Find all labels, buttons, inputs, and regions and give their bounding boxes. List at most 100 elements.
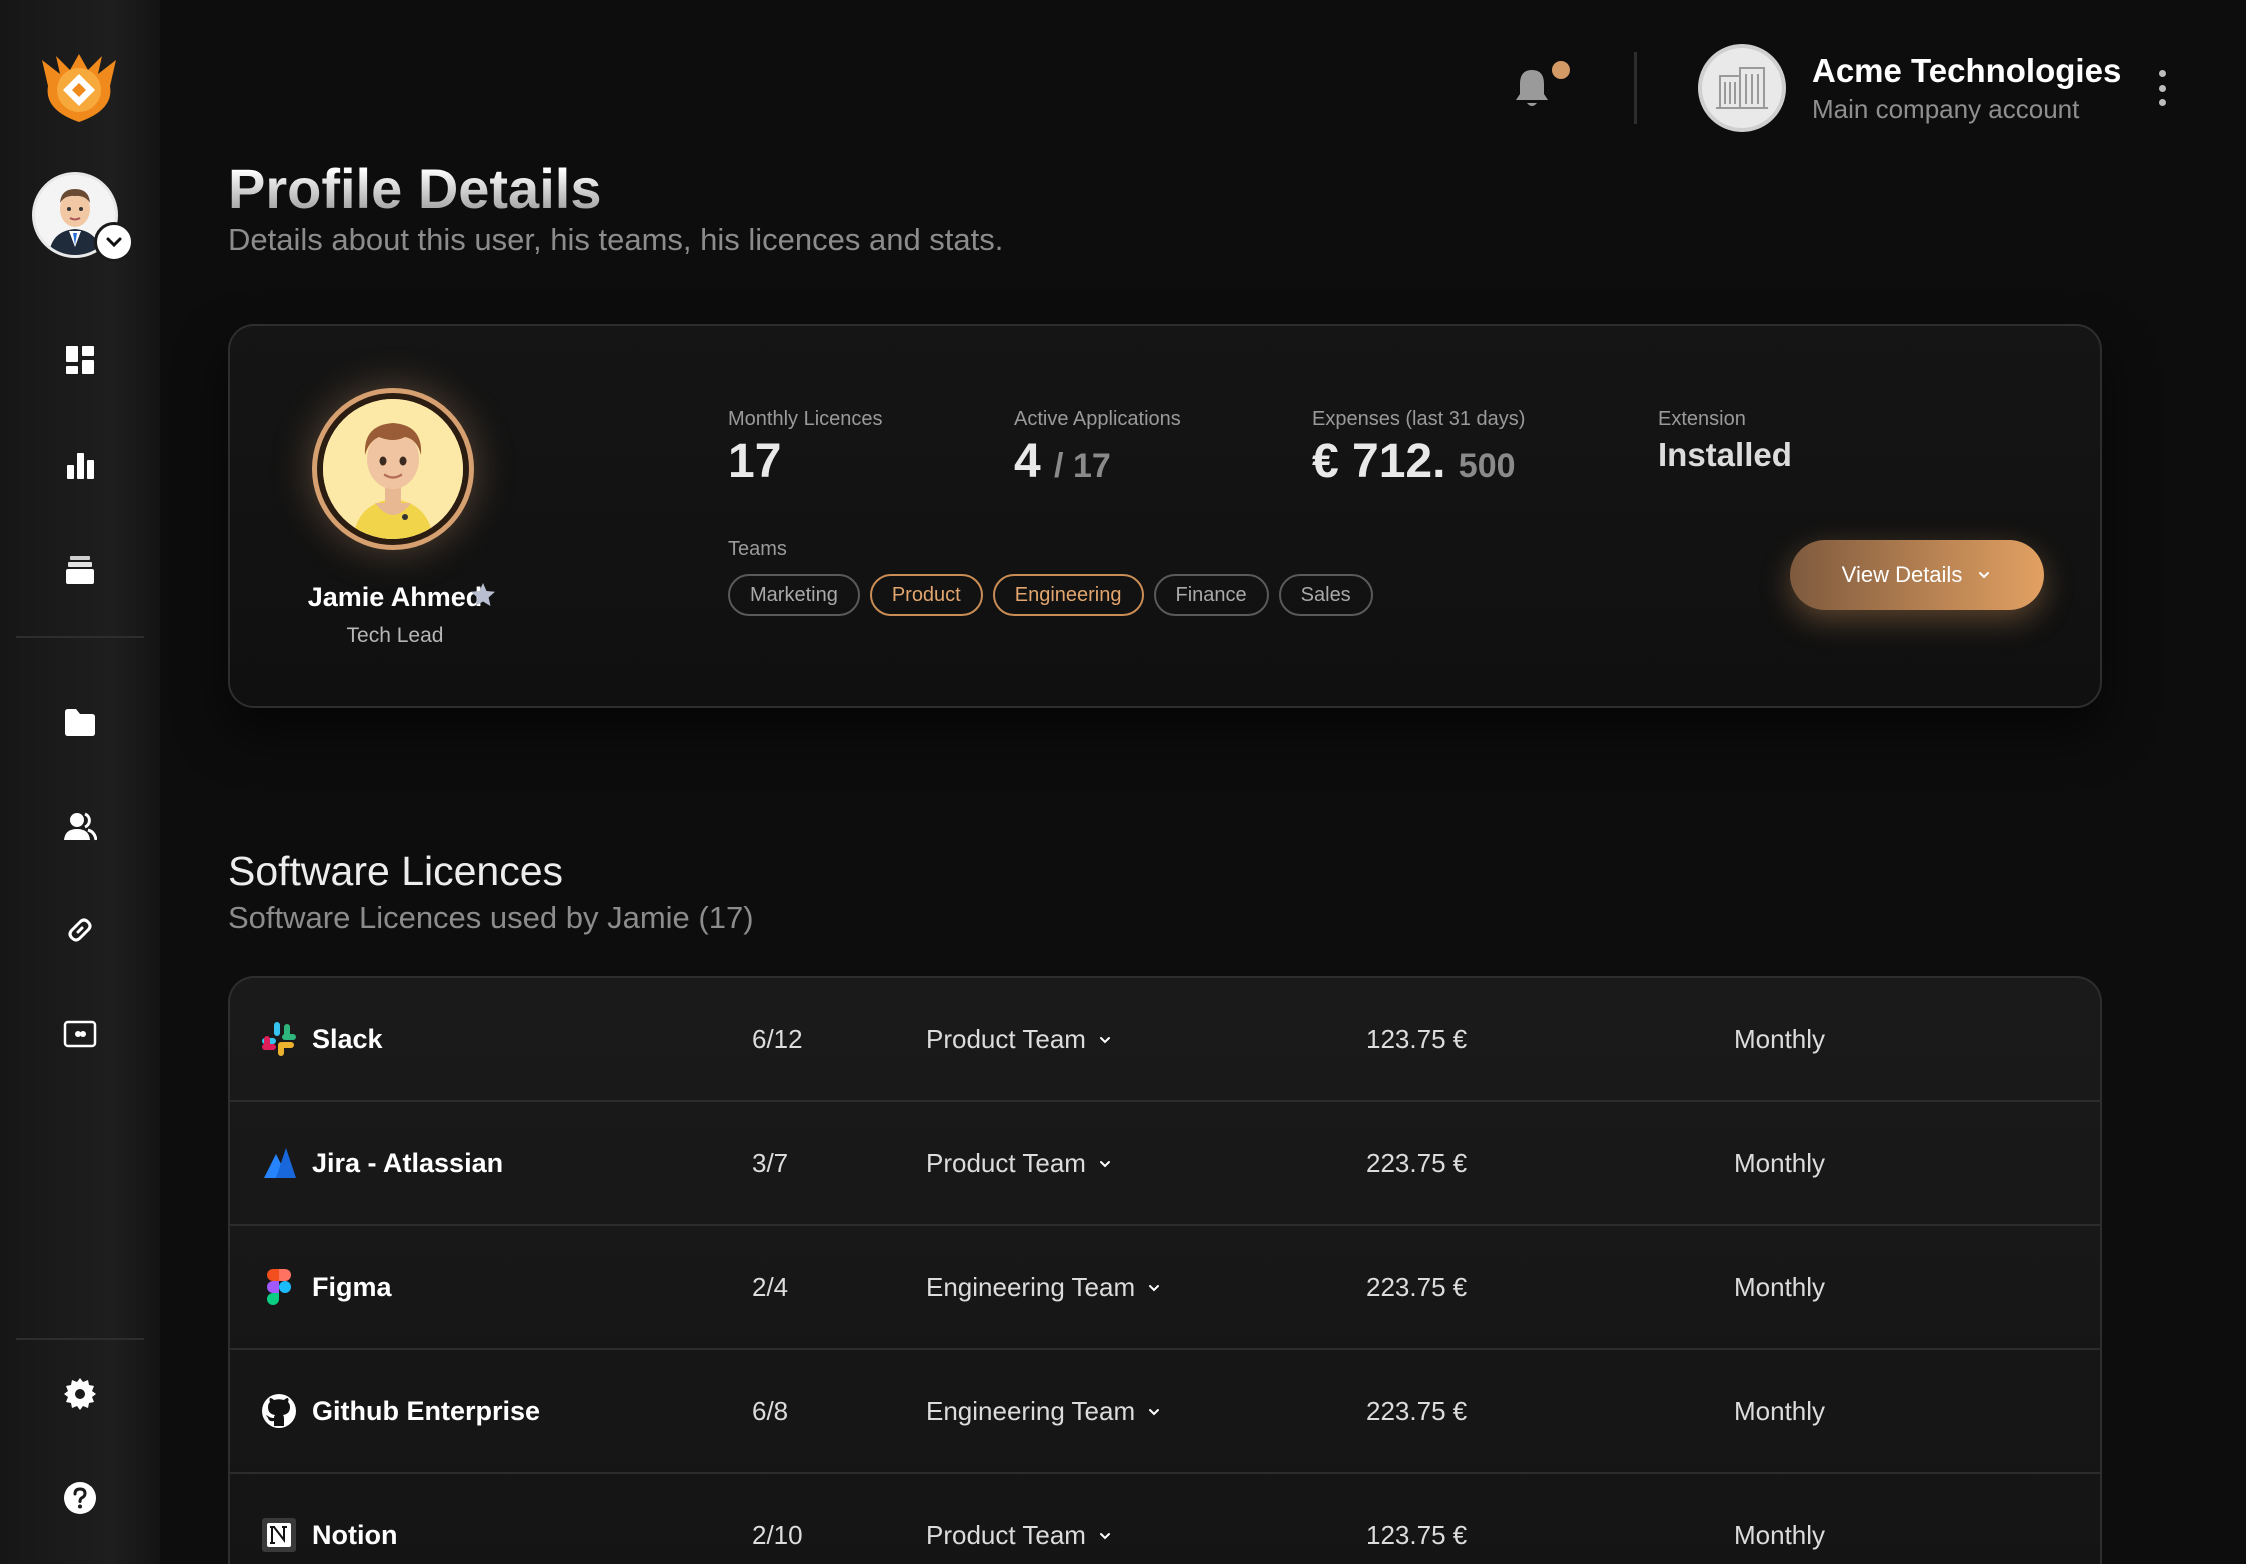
sidebar-divider — [16, 636, 144, 638]
kebab-dot-icon — [2158, 99, 2166, 106]
licence-name: Figma — [312, 1272, 392, 1302]
chevron-down-icon — [1099, 1532, 1110, 1539]
active-apps-count: 4 — [1014, 435, 1041, 488]
chevron-down-icon — [1149, 1284, 1160, 1291]
table-row[interactable]: Github Enterprise 6/8 Engineering Team 2… — [230, 1350, 2100, 1474]
profile-avatar[interactable] — [323, 399, 463, 539]
expenses-decimals: 500 — [1458, 447, 1516, 485]
licence-price: 223.75 € — [1366, 1396, 1468, 1426]
view-details-label: View Details — [1841, 562, 1963, 587]
notion-icon — [260, 1516, 298, 1554]
link-icon — [68, 918, 92, 942]
bell-icon — [1516, 70, 1548, 106]
licence-team-select[interactable]: Product Team — [926, 1024, 1112, 1055]
profile-name: Jamie Ahmed — [307, 582, 483, 612]
team-chip-marketing[interactable]: Marketing — [728, 574, 860, 616]
table-row[interactable]: Figma 2/4 Engineering Team 223.75 € Mont… — [230, 1226, 2100, 1350]
company-name: Acme Technologies — [1812, 52, 2122, 89]
team-chip-finance[interactable]: Finance — [1153, 574, 1269, 616]
more-options-button[interactable] — [2152, 70, 2172, 106]
table-row[interactable]: Slack 6/12 Product Team 123.75 € Monthly — [230, 978, 2100, 1102]
licence-team-label: Engineering Team — [926, 1396, 1136, 1426]
profile-role: Tech Lead — [346, 624, 444, 647]
profile-card: Jamie Ahmed Tech Lead Monthly Licences 1… — [228, 324, 2102, 708]
company-subtitle: Main company account — [1812, 94, 2080, 124]
chevron-down-icon — [1149, 1408, 1160, 1415]
monthly-licences-label: Monthly Licences — [728, 408, 883, 430]
licence-team-select[interactable]: Engineering Team — [926, 1272, 1161, 1303]
licence-name: Notion — [312, 1520, 398, 1550]
expenses-value: € 712. 500 — [1312, 434, 1516, 489]
nav-settings[interactable] — [58, 1372, 102, 1416]
nav-stack[interactable] — [58, 548, 102, 592]
building-icon — [1716, 67, 1768, 109]
profile-avatar-ring — [312, 388, 474, 550]
kebab-dot-icon — [2158, 70, 2166, 77]
dashboard-icon — [66, 346, 94, 374]
licence-seats: 2/4 — [752, 1272, 789, 1302]
table-row[interactable]: Notion 2/10 Product Team 123.75 € Monthl… — [230, 1474, 2100, 1564]
licence-price: 123.75 € — [1366, 1520, 1468, 1550]
extension-value: Installed — [1658, 436, 1792, 473]
licence-team-label: Product Team — [926, 1148, 1086, 1178]
licence-price: 223.75 € — [1366, 1148, 1468, 1178]
extension-label: Extension — [1658, 408, 1746, 430]
bar-chart-icon — [67, 453, 94, 479]
team-chips: Marketing Product Engineering Finance Sa… — [728, 574, 1373, 616]
help-icon — [64, 1482, 96, 1514]
licences-section-subtitle: Software Licences used by Jamie (17) — [228, 900, 754, 935]
licence-name: Github Enterprise — [312, 1396, 541, 1426]
company-avatar[interactable] — [1698, 44, 1786, 132]
star-icon[interactable] — [470, 582, 496, 608]
licence-team-select[interactable]: Engineering Team — [926, 1396, 1161, 1427]
licence-name: Jira - Atlassian — [312, 1148, 504, 1178]
chevron-down-icon — [1099, 1160, 1110, 1167]
nav-dashboard[interactable] — [58, 338, 102, 382]
licence-billing: Monthly — [1734, 1520, 1826, 1550]
licence-seats: 2/10 — [752, 1520, 803, 1550]
licence-price: 223.75 € — [1366, 1272, 1468, 1302]
licences-section-title: Software Licences — [228, 848, 564, 894]
nav-integrations[interactable] — [58, 908, 102, 952]
sidebar — [0, 0, 160, 1564]
licence-team-label: Product Team — [926, 1024, 1086, 1054]
licence-seats: 6/8 — [752, 1396, 789, 1426]
team-chip-sales[interactable]: Sales — [1278, 574, 1373, 616]
licence-price: 123.75 € — [1366, 1024, 1468, 1054]
chevron-down-icon — [106, 237, 122, 248]
nav-billing[interactable] — [58, 1012, 102, 1056]
account-switcher-button[interactable] — [94, 222, 134, 262]
card-icon — [63, 1020, 97, 1048]
notification-badge — [1552, 61, 1570, 79]
team-chip-engineering[interactable]: Engineering — [992, 574, 1144, 616]
table-row[interactable]: Jira - Atlassian 3/7 Product Team 223.75… — [230, 1102, 2100, 1226]
team-chip-product[interactable]: Product — [869, 574, 983, 616]
notifications-button[interactable] — [1512, 66, 1552, 110]
chevron-down-icon — [1979, 572, 1990, 579]
licence-team-select[interactable]: Product Team — [926, 1148, 1112, 1179]
licence-seats: 3/7 — [752, 1148, 789, 1178]
licence-team-label: Engineering Team — [926, 1272, 1136, 1302]
licence-team-label: Product Team — [926, 1520, 1086, 1550]
active-apps-value: 4 / 17 — [1014, 434, 1111, 489]
folder-icon — [65, 709, 95, 736]
licence-team-select[interactable]: Product Team — [926, 1520, 1112, 1551]
active-apps-total: / 17 — [1054, 447, 1111, 485]
brand-logo-icon[interactable] — [36, 52, 122, 124]
jira-icon — [260, 1144, 298, 1182]
view-details-button[interactable]: View Details — [1790, 540, 2044, 610]
kebab-dot-icon — [2158, 84, 2166, 92]
nav-help[interactable] — [58, 1476, 102, 1520]
chevron-down-icon — [1099, 1036, 1110, 1043]
nav-analytics[interactable] — [58, 443, 102, 487]
slack-icon — [260, 1020, 298, 1058]
licence-name: Slack — [312, 1024, 383, 1054]
monthly-licences-value: 17 — [728, 435, 782, 488]
licence-billing: Monthly — [1734, 1272, 1826, 1302]
github-icon — [260, 1392, 298, 1430]
nav-files[interactable] — [58, 700, 102, 744]
nav-users[interactable] — [58, 804, 102, 848]
licence-seats: 6/12 — [752, 1024, 803, 1054]
sidebar-divider — [16, 1338, 144, 1340]
expenses-integer: € 712. — [1312, 435, 1446, 488]
